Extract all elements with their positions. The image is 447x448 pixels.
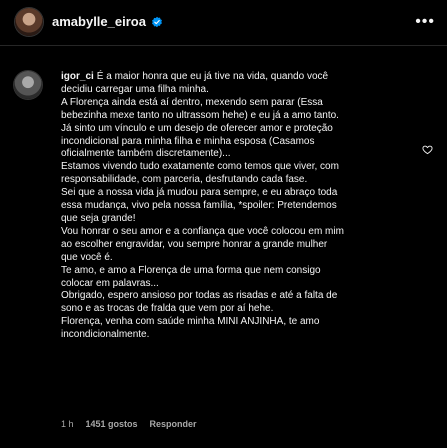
comment-line: sono e as trocas de fralda que vem por a… — [61, 303, 411, 316]
comment-line-text: incondicionalmente. — [61, 329, 150, 341]
comment-line-text: que você é. — [61, 251, 113, 263]
comment-line-text: Vou honrar o seu amor e a confiança que … — [61, 225, 344, 237]
comment-line: Já sinto um vínculo e um desejo de ofere… — [61, 123, 411, 136]
comment-meta: 1 h 1451 gostos Responder — [61, 419, 197, 429]
comment-line: colocar em palavras... — [61, 278, 411, 291]
comment-line: que você é. — [61, 252, 411, 265]
more-options-icon[interactable]: ••• — [415, 14, 435, 30]
post-header: amabylle_eiroa ••• — [0, 0, 447, 46]
comment-line: Vou honrar o seu amor e a confiança que … — [61, 226, 411, 239]
comment-line-text: colocar em palavras... — [61, 277, 159, 289]
comment-line: A Florença ainda está aí dentro, mexendo… — [61, 97, 411, 110]
comment-line: oficialmente também discretamente)... — [61, 148, 411, 161]
comment-line: igor_ci É a maior honra que eu já tive na… — [61, 71, 411, 84]
comment-line-text: A Florença ainda está aí dentro, mexendo… — [61, 96, 323, 108]
commenter-username[interactable]: igor_ci — [61, 71, 94, 82]
comment-line: Estamos vivendo tudo exatamente como tem… — [61, 161, 411, 174]
comment-line-text: incondicional para minha filha e minha e… — [61, 135, 315, 147]
comment-line: Obrigado, espero ansioso por todas as ri… — [61, 290, 411, 303]
comment-line-text: Te amo, e amo a Florença de uma forma qu… — [61, 264, 321, 276]
comment-line: ao escolher engravidar, vou sempre honra… — [61, 239, 411, 252]
comment-line: incondicionalmente. — [61, 329, 411, 342]
header-user: amabylle_eiroa — [52, 14, 163, 29]
comment-line: bebezinha mexe tanto no ultrassom hehe) … — [61, 110, 411, 123]
comment-line-text: ao escolher engravidar, vou sempre honra… — [61, 238, 328, 250]
comment-line: essa mudança, vivo pela nossa família, *… — [61, 200, 411, 213]
comment-line-text: bebezinha mexe tanto no ultrassom hehe) … — [61, 109, 339, 121]
likes-count[interactable]: 1451 gostos — [86, 419, 138, 429]
comment-line-text: Já sinto um vínculo e um desejo de ofere… — [61, 122, 333, 134]
comment-text: igor_ci É a maior honra que eu já tive na… — [61, 71, 411, 342]
comment-line-text: É a maior honra que eu já tive na vida, … — [96, 71, 329, 82]
comment-line-text: Obrigado, espero ansioso por todas as ri… — [61, 290, 338, 302]
comment-line-text: decidiu carregar uma filha minha. — [61, 83, 209, 95]
comment-line-text: Florença, venha com saúde minha MINI ANJ… — [61, 316, 320, 328]
commenter-avatar[interactable] — [14, 71, 42, 99]
comment-line-text: oficialmente também discretamente)... — [61, 148, 231, 160]
comment-line-text: Estamos vivendo tudo exatamente como tem… — [61, 161, 339, 173]
post-author-username[interactable]: amabylle_eiroa — [52, 14, 146, 29]
heart-icon[interactable] — [422, 144, 433, 155]
comment-line-text: sono e as trocas de fralda que vem por a… — [61, 303, 274, 315]
comment-line: responsabilidade, com parceria, desfruta… — [61, 174, 411, 187]
verified-badge-icon — [152, 16, 162, 27]
comment-time: 1 h — [61, 419, 74, 429]
comment-line-text: Sei que a nossa vida já mudou para sempr… — [61, 187, 338, 199]
comment-line: que seja grande! — [61, 213, 411, 226]
comment-line: Florença, venha com saúde minha MINI ANJ… — [61, 316, 411, 329]
comment-line: Te amo, e amo a Florença de uma forma qu… — [61, 265, 411, 278]
avatar[interactable] — [15, 8, 43, 36]
comment-line: Sei que a nossa vida já mudou para sempr… — [61, 187, 411, 200]
comment-line: decidiu carregar uma filha minha. — [61, 84, 411, 97]
comment-line-text: que seja grande! — [61, 212, 136, 224]
comment-line-text: essa mudança, vivo pela nossa família, *… — [61, 200, 337, 212]
comment-line-text: responsabilidade, com parceria, desfruta… — [61, 174, 308, 186]
reply-button[interactable]: Responder — [150, 419, 197, 429]
comment-line: incondicional para minha filha e minha e… — [61, 136, 411, 149]
